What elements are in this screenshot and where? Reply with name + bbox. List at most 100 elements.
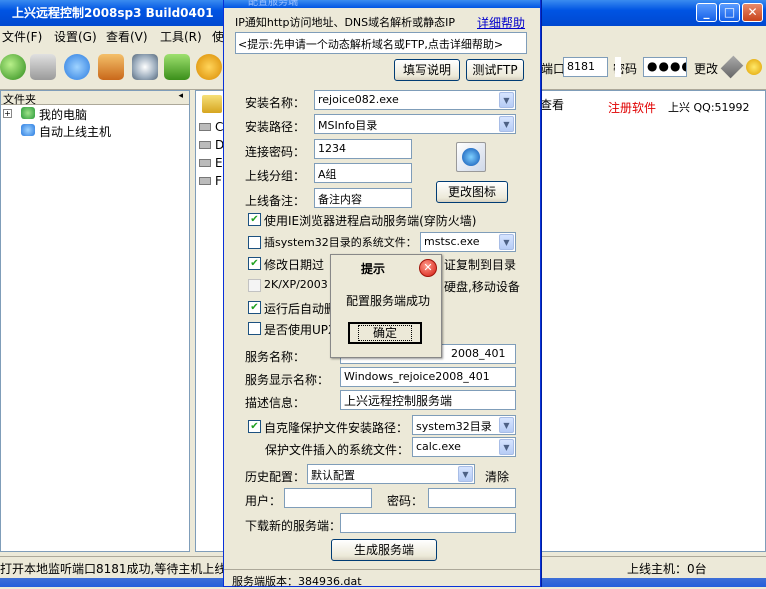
change-icon-button[interactable]: 更改图标 xyxy=(436,181,508,203)
ok-label: 确定 xyxy=(357,325,412,341)
gear-icon[interactable] xyxy=(196,54,222,80)
close-button[interactable]: ✕ xyxy=(742,3,763,22)
message-popup: 提示 ✕ 配置服务端成功 确定 xyxy=(330,254,442,358)
insert-sys-label: 插system32目录的系统文件： xyxy=(264,236,417,249)
view-button[interactable]: 查看 xyxy=(540,95,574,117)
autorun-checkbox[interactable]: ✔ xyxy=(248,301,261,314)
ftp-pass-label: 密码： xyxy=(387,494,424,508)
smile-icon[interactable] xyxy=(746,59,762,75)
help-link[interactable]: 详细帮助 xyxy=(477,14,525,31)
download-input[interactable] xyxy=(340,513,516,533)
menu-view[interactable]: 查看(V) xyxy=(106,28,148,45)
menu-tools[interactable]: 工具(R) xyxy=(160,28,202,45)
globe-icon[interactable] xyxy=(64,54,90,80)
connect-icon[interactable] xyxy=(0,54,26,80)
tree-item-auto-online[interactable]: 自动上线主机 xyxy=(39,123,111,140)
protect-select[interactable]: calc.exe ▼ xyxy=(412,437,516,457)
menu-settings[interactable]: 设置(G) xyxy=(54,28,97,45)
install-name-select[interactable]: rejoice082.exe ▼ xyxy=(314,90,516,110)
protect-value: calc.exe xyxy=(416,440,461,453)
minimize-button[interactable]: _ xyxy=(696,3,717,22)
desc-label: 描述信息： xyxy=(245,396,306,410)
clear-history-button[interactable]: 清除 xyxy=(485,468,509,485)
write-help-button[interactable]: 填写说明 xyxy=(394,59,460,81)
ip-info-text: IP通知http访问地址、DNS域名解析或静态IP xyxy=(235,16,456,29)
note-label: 上线备注： xyxy=(245,194,306,208)
history-select[interactable]: 默认配置 ▼ xyxy=(307,464,475,484)
modify-date-checkbox[interactable]: ✔ xyxy=(248,257,261,270)
port-input[interactable]: 8181 xyxy=(563,57,608,77)
expand-icon[interactable]: + xyxy=(3,109,12,118)
screen-icon[interactable] xyxy=(98,54,124,80)
tree-header-label: 文件夹 xyxy=(3,93,36,106)
puzzle-icon[interactable] xyxy=(164,54,190,80)
webcam-icon[interactable] xyxy=(132,54,158,80)
computer-icon xyxy=(21,107,35,119)
maximize-button[interactable]: □ xyxy=(719,3,740,22)
install-path-select[interactable]: MSInfo目录 ▼ xyxy=(314,114,516,134)
download-label: 下载新的服务端： xyxy=(245,519,342,533)
ie-launch-checkbox[interactable]: ✔ xyxy=(248,213,261,226)
port-label: 端口 xyxy=(541,62,566,76)
note-input[interactable]: 备注内容 xyxy=(314,188,412,208)
history-label: 历史配置： xyxy=(245,470,306,484)
chevron-down-icon[interactable]: ▼ xyxy=(458,466,473,482)
clone-checkbox[interactable]: ✔ xyxy=(248,420,261,433)
group-input[interactable]: A组 xyxy=(314,163,412,183)
service-display-input[interactable]: Windows_rejoice2008_401 xyxy=(340,367,516,387)
2k-checkbox[interactable] xyxy=(248,279,261,292)
removable-label: 硬盘,移动设备 xyxy=(444,280,520,294)
dialog-title: 配置服务端 xyxy=(248,0,298,8)
ok-button[interactable]: 确定 xyxy=(348,322,422,344)
conn-password-input[interactable]: 1234 xyxy=(314,139,412,159)
modify-date-label: 修改日期过 xyxy=(264,258,325,272)
tree-header: 文件夹 ◂ xyxy=(1,91,189,106)
drive-e[interactable]: E xyxy=(215,156,223,170)
group-label: 上线分组： xyxy=(245,169,306,183)
spacer xyxy=(615,57,621,77)
chevron-down-icon[interactable]: ▼ xyxy=(499,439,514,455)
hint-box[interactable]: <提示:先申请一个动态解析域名或FTP,点击详细帮助> xyxy=(235,32,527,54)
upx-label: 是否使用UPX xyxy=(264,323,337,337)
desc-input[interactable]: 上兴远程控制服务端 xyxy=(340,390,516,410)
ftp-pass-input[interactable] xyxy=(428,488,516,508)
drive-f[interactable]: F xyxy=(215,174,222,188)
server-icon-preview xyxy=(456,142,486,172)
conn-password-label: 连接密码： xyxy=(245,145,306,159)
folder-up-icon[interactable] xyxy=(202,95,222,113)
autorun-label: 运行后自动删 xyxy=(264,302,337,316)
tree-item-my-computer[interactable]: 我的电脑 xyxy=(39,106,87,123)
chevron-down-icon[interactable]: ▼ xyxy=(499,92,514,108)
menu-file[interactable]: 文件(F) xyxy=(2,28,42,45)
register-link[interactable]: 注册软件 xyxy=(608,99,656,116)
close-icon[interactable]: ✕ xyxy=(419,259,437,277)
insert-sys-select[interactable]: mstsc.exe ▼ xyxy=(420,232,516,252)
service-display-label: 服务显示名称： xyxy=(245,373,330,387)
clone-select[interactable]: system32目录 ▼ xyxy=(412,415,516,435)
test-ftp-button[interactable]: 测试FTP xyxy=(466,59,524,81)
2k-label: 2K/XP/2003 xyxy=(264,278,328,291)
upx-checkbox[interactable] xyxy=(248,322,261,335)
user-input[interactable] xyxy=(284,488,372,508)
main-title: 上兴远程控制2008sp3 Build0401 xyxy=(12,6,214,20)
copy-dir-label: 证复制到目录 xyxy=(444,258,517,272)
insert-sys-checkbox[interactable] xyxy=(248,236,261,249)
service-name-label: 服务名称： xyxy=(245,350,306,364)
install-path-label: 安装路径： xyxy=(245,120,306,134)
password-input[interactable]: ●●●● xyxy=(643,57,687,77)
generate-server-button[interactable]: 生成服务端 xyxy=(331,539,437,561)
change-password-button[interactable]: 更改 xyxy=(694,60,718,77)
chevron-down-icon[interactable]: ▼ xyxy=(499,116,514,132)
media-icon xyxy=(462,148,480,166)
disconnect-icon[interactable] xyxy=(30,54,56,80)
dialog-status-bar: 服务端版本：384936.dat xyxy=(224,569,540,588)
wrench-icon[interactable] xyxy=(720,55,744,79)
collapse-icon[interactable]: ◂ xyxy=(178,91,183,101)
qq-label: 上兴 QQ:51992 xyxy=(668,101,750,114)
insert-sys-value: mstsc.exe xyxy=(424,235,480,248)
chevron-down-icon[interactable]: ▼ xyxy=(499,234,514,250)
history-value: 默认配置 xyxy=(311,469,355,482)
clone-label: 自克隆保护文件安装路径： xyxy=(264,421,409,435)
clone-value: system32目录 xyxy=(416,420,492,433)
chevron-down-icon[interactable]: ▼ xyxy=(499,417,514,433)
